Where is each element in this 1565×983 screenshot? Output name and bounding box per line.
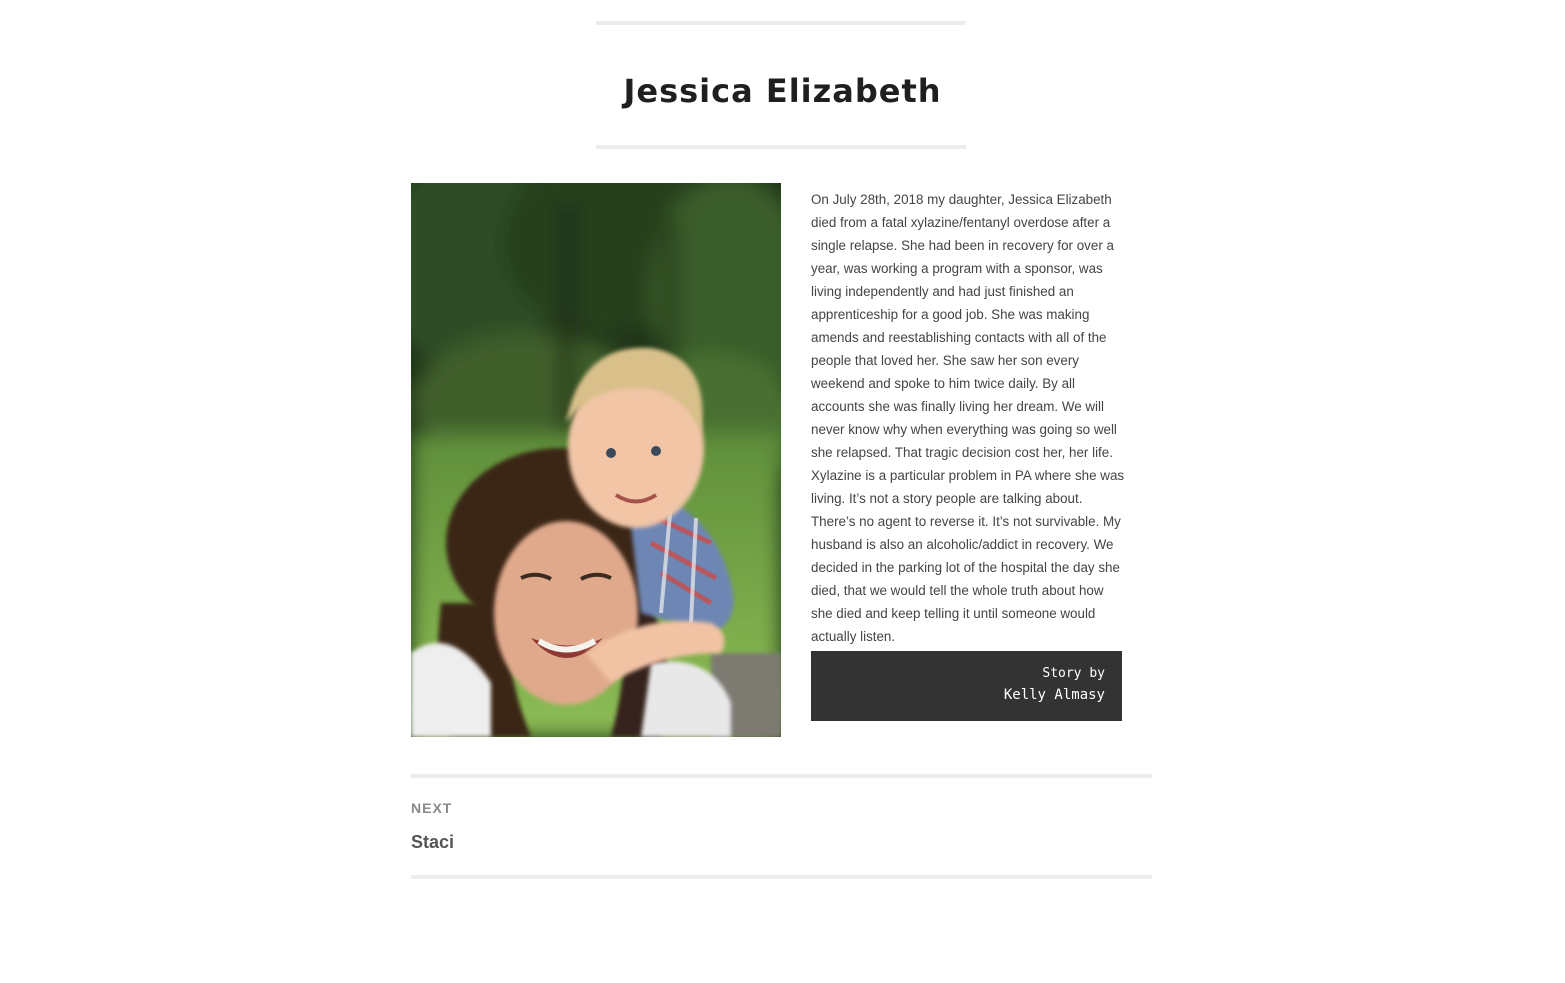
byline-author: Kelly Almasy xyxy=(1003,687,1105,703)
post-nav-divider-top xyxy=(411,774,1152,778)
title-divider-bottom xyxy=(596,145,966,149)
byline-box: Story by Kelly Almasy xyxy=(811,651,1122,721)
next-post-link[interactable]: NEXT Staci xyxy=(411,796,711,854)
story-photo xyxy=(411,183,781,737)
story-text: On July 28th, 2018 my daughter, Jessica … xyxy=(811,192,1125,644)
next-post-label: NEXT xyxy=(411,800,453,816)
post-nav-divider-bottom xyxy=(411,875,1152,879)
title-divider-top xyxy=(596,21,966,25)
story-page: Jessica Elizabeth On July 28th, 2018 my … xyxy=(0,0,1565,983)
byline-label: Story by xyxy=(1042,666,1105,681)
next-post-title: Staci xyxy=(411,832,455,852)
page-title: Jessica Elizabeth xyxy=(623,72,942,110)
